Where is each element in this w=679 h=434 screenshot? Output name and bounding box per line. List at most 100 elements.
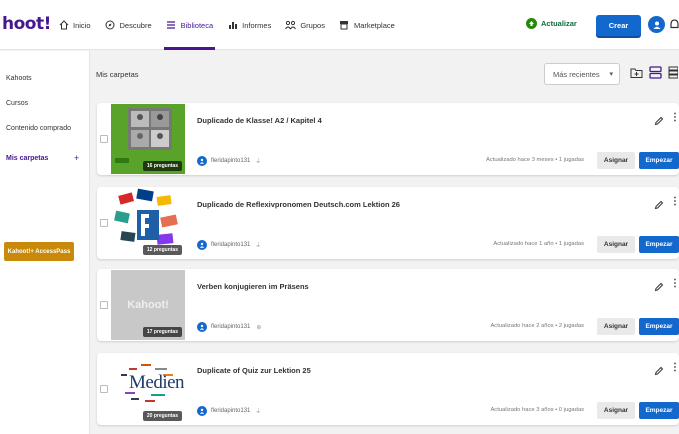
nav-label: Inicio: [73, 20, 91, 30]
question-count-badge: 16 preguntas: [142, 161, 182, 171]
compass-icon: [105, 20, 116, 31]
owner-avatar-icon: [197, 322, 207, 332]
nav-item-inicio[interactable]: Inicio: [52, 0, 97, 50]
sidebar-item-kahoots[interactable]: Kahoots: [6, 75, 32, 82]
kahoot-card[interactable]: 12 preguntas Duplicado de Reflexivpronom…: [97, 187, 679, 259]
home-icon: [58, 20, 69, 31]
assign-button[interactable]: Asignar: [597, 402, 635, 419]
kahoot-meta: Actualizado hace 3 años • 0 jugadas: [490, 407, 584, 413]
kahoot-owner[interactable]: fleridapinto131 ⊕: [197, 322, 261, 332]
kahoot-title[interactable]: Duplicado de Reflexivpronomen Deutsch.co…: [197, 200, 400, 209]
kahoot-owner[interactable]: fleridapinto131 ⍊: [197, 406, 260, 416]
nav-label: Marketplace: [353, 20, 395, 30]
accesspass-button[interactable]: Kahoot!+ AccessPass: [4, 242, 74, 261]
add-folder-button[interactable]: +: [74, 153, 79, 163]
assign-button[interactable]: Asignar: [597, 152, 635, 169]
visibility-icon: ⊕: [256, 324, 262, 331]
kahoot-owner[interactable]: fleridapinto131 ⍊: [197, 240, 260, 250]
kahoot-card[interactable]: Medien 20 preguntas Duplicate of Quiz zu…: [97, 353, 679, 425]
owner-avatar-icon: [197, 406, 207, 416]
sort-select[interactable]: Más recientes ▾: [544, 63, 620, 85]
kahoot-meta: Actualizado hace 2 años • 2 jugadas: [490, 323, 584, 329]
sidebar-item-contenido-comprado[interactable]: Contenido comprado: [6, 125, 71, 132]
kahoot-thumbnail[interactable]: 12 preguntas: [111, 188, 185, 258]
owner-avatar-icon: [197, 156, 207, 166]
question-count-badge: 17 preguntas: [142, 327, 182, 337]
nav-label: Descubre: [119, 20, 152, 30]
kahoot-thumbnail[interactable]: Medien 20 preguntas: [111, 354, 185, 424]
nav-label: Biblioteca: [180, 20, 214, 30]
nav-item-informes[interactable]: Informes: [221, 0, 277, 50]
kahoot-title[interactable]: Duplicate of Quiz zur Lektion 25: [197, 366, 311, 375]
visibility-icon: ⍊: [256, 407, 260, 414]
main-content: Mis carpetas Más recientes ▾ 16 pregunta…: [90, 51, 679, 434]
start-button[interactable]: Empezar: [639, 152, 679, 169]
sort-selected-value: Más recientes: [553, 69, 600, 79]
kahoot-card[interactable]: 16 preguntas Duplicado de Klasse! A2 / K…: [97, 103, 679, 175]
kahoot-thumbnail[interactable]: Kahoot! 17 preguntas: [111, 270, 185, 340]
upgrade-button[interactable]: Actualizar: [526, 18, 577, 29]
kahoot-meta: Actualizado hace 3 meses • 1 jugadas: [485, 157, 584, 163]
view-toggle-group: [630, 66, 679, 84]
nav-item-biblioteca[interactable]: Biblioteca: [160, 0, 220, 50]
list-view-icon[interactable]: [668, 66, 679, 84]
bell-icon[interactable]: [670, 18, 679, 36]
kahoot-title[interactable]: Verben konjugieren im Präsens: [197, 282, 309, 291]
sidebar-item-mis-carpetas[interactable]: Mis carpetas: [6, 155, 48, 162]
upgrade-icon: [526, 18, 537, 29]
start-button[interactable]: Empezar: [639, 318, 679, 335]
owner-name: fleridapinto131: [211, 408, 251, 414]
create-button[interactable]: Crear: [596, 15, 641, 36]
select-checkbox[interactable]: [100, 385, 108, 393]
start-button[interactable]: Empezar: [639, 402, 679, 419]
start-button[interactable]: Empezar: [639, 236, 679, 253]
kahoot-logo[interactable]: hoot!: [2, 14, 51, 34]
question-count-badge: 12 preguntas: [142, 245, 182, 255]
edit-pencil-icon[interactable]: [654, 363, 664, 381]
chevron-down-icon: ▾: [609, 71, 613, 78]
nav-label: Informes: [242, 20, 272, 30]
nav-item-marketplace[interactable]: Marketplace: [333, 0, 401, 50]
edit-pencil-icon[interactable]: [654, 197, 664, 215]
kahoot-placeholder-logo: Kahoot!: [127, 299, 169, 311]
nav-item-grupos[interactable]: Grupos: [279, 0, 331, 50]
owner-avatar-icon: [197, 240, 207, 250]
upgrade-label: Actualizar: [541, 19, 577, 28]
page-title: Mis carpetas: [96, 70, 139, 79]
main-nav: Inicio Descubre Biblioteca Informes Grup…: [52, 0, 403, 50]
nav-item-descubre[interactable]: Descubre: [99, 0, 158, 50]
more-options-icon[interactable]: ⋮: [670, 278, 679, 289]
word-cloud-main-word: Medien: [129, 372, 185, 393]
kahoot-title[interactable]: Duplicado de Klasse! A2 / Kapitel 4: [197, 116, 322, 125]
list-icon: [166, 20, 177, 31]
more-options-icon[interactable]: ⋮: [670, 362, 679, 373]
sidebar-item-cursos[interactable]: Cursos: [6, 100, 28, 107]
more-options-icon[interactable]: ⋮: [670, 196, 679, 207]
kahoot-thumbnail[interactable]: 16 preguntas: [111, 104, 185, 174]
more-options-icon[interactable]: ⋮: [670, 112, 679, 123]
top-bar: hoot! Inicio Descubre Biblioteca Informe…: [0, 0, 679, 50]
sidebar: Kahoots Cursos Contenido comprado Mis ca…: [0, 51, 90, 434]
user-avatar-icon[interactable]: [648, 16, 665, 33]
visibility-icon: ⍊: [256, 241, 260, 248]
bar-chart-icon: [227, 20, 238, 31]
question-count-badge: 20 preguntas: [142, 411, 182, 421]
grid-view-icon[interactable]: [649, 66, 662, 84]
group-icon: [285, 20, 297, 31]
owner-name: fleridapinto131: [211, 324, 251, 330]
kahoot-card[interactable]: Kahoot! 17 preguntas Verben konjugieren …: [97, 269, 679, 341]
kahoot-owner[interactable]: fleridapinto131 ⍊: [197, 156, 260, 166]
select-checkbox[interactable]: [100, 301, 108, 309]
visibility-icon: ⍊: [256, 157, 260, 164]
new-folder-icon[interactable]: [630, 66, 643, 84]
owner-name: fleridapinto131: [211, 158, 251, 164]
kahoot-meta: Actualizado hace 1 año • 1 jugadas: [493, 241, 584, 247]
select-checkbox[interactable]: [100, 219, 108, 227]
edit-pencil-icon[interactable]: [654, 113, 664, 131]
edit-pencil-icon[interactable]: [654, 279, 664, 297]
assign-button[interactable]: Asignar: [597, 318, 635, 335]
store-icon: [339, 20, 350, 31]
select-checkbox[interactable]: [100, 135, 108, 143]
owner-name: fleridapinto131: [211, 242, 251, 248]
assign-button[interactable]: Asignar: [597, 236, 635, 253]
